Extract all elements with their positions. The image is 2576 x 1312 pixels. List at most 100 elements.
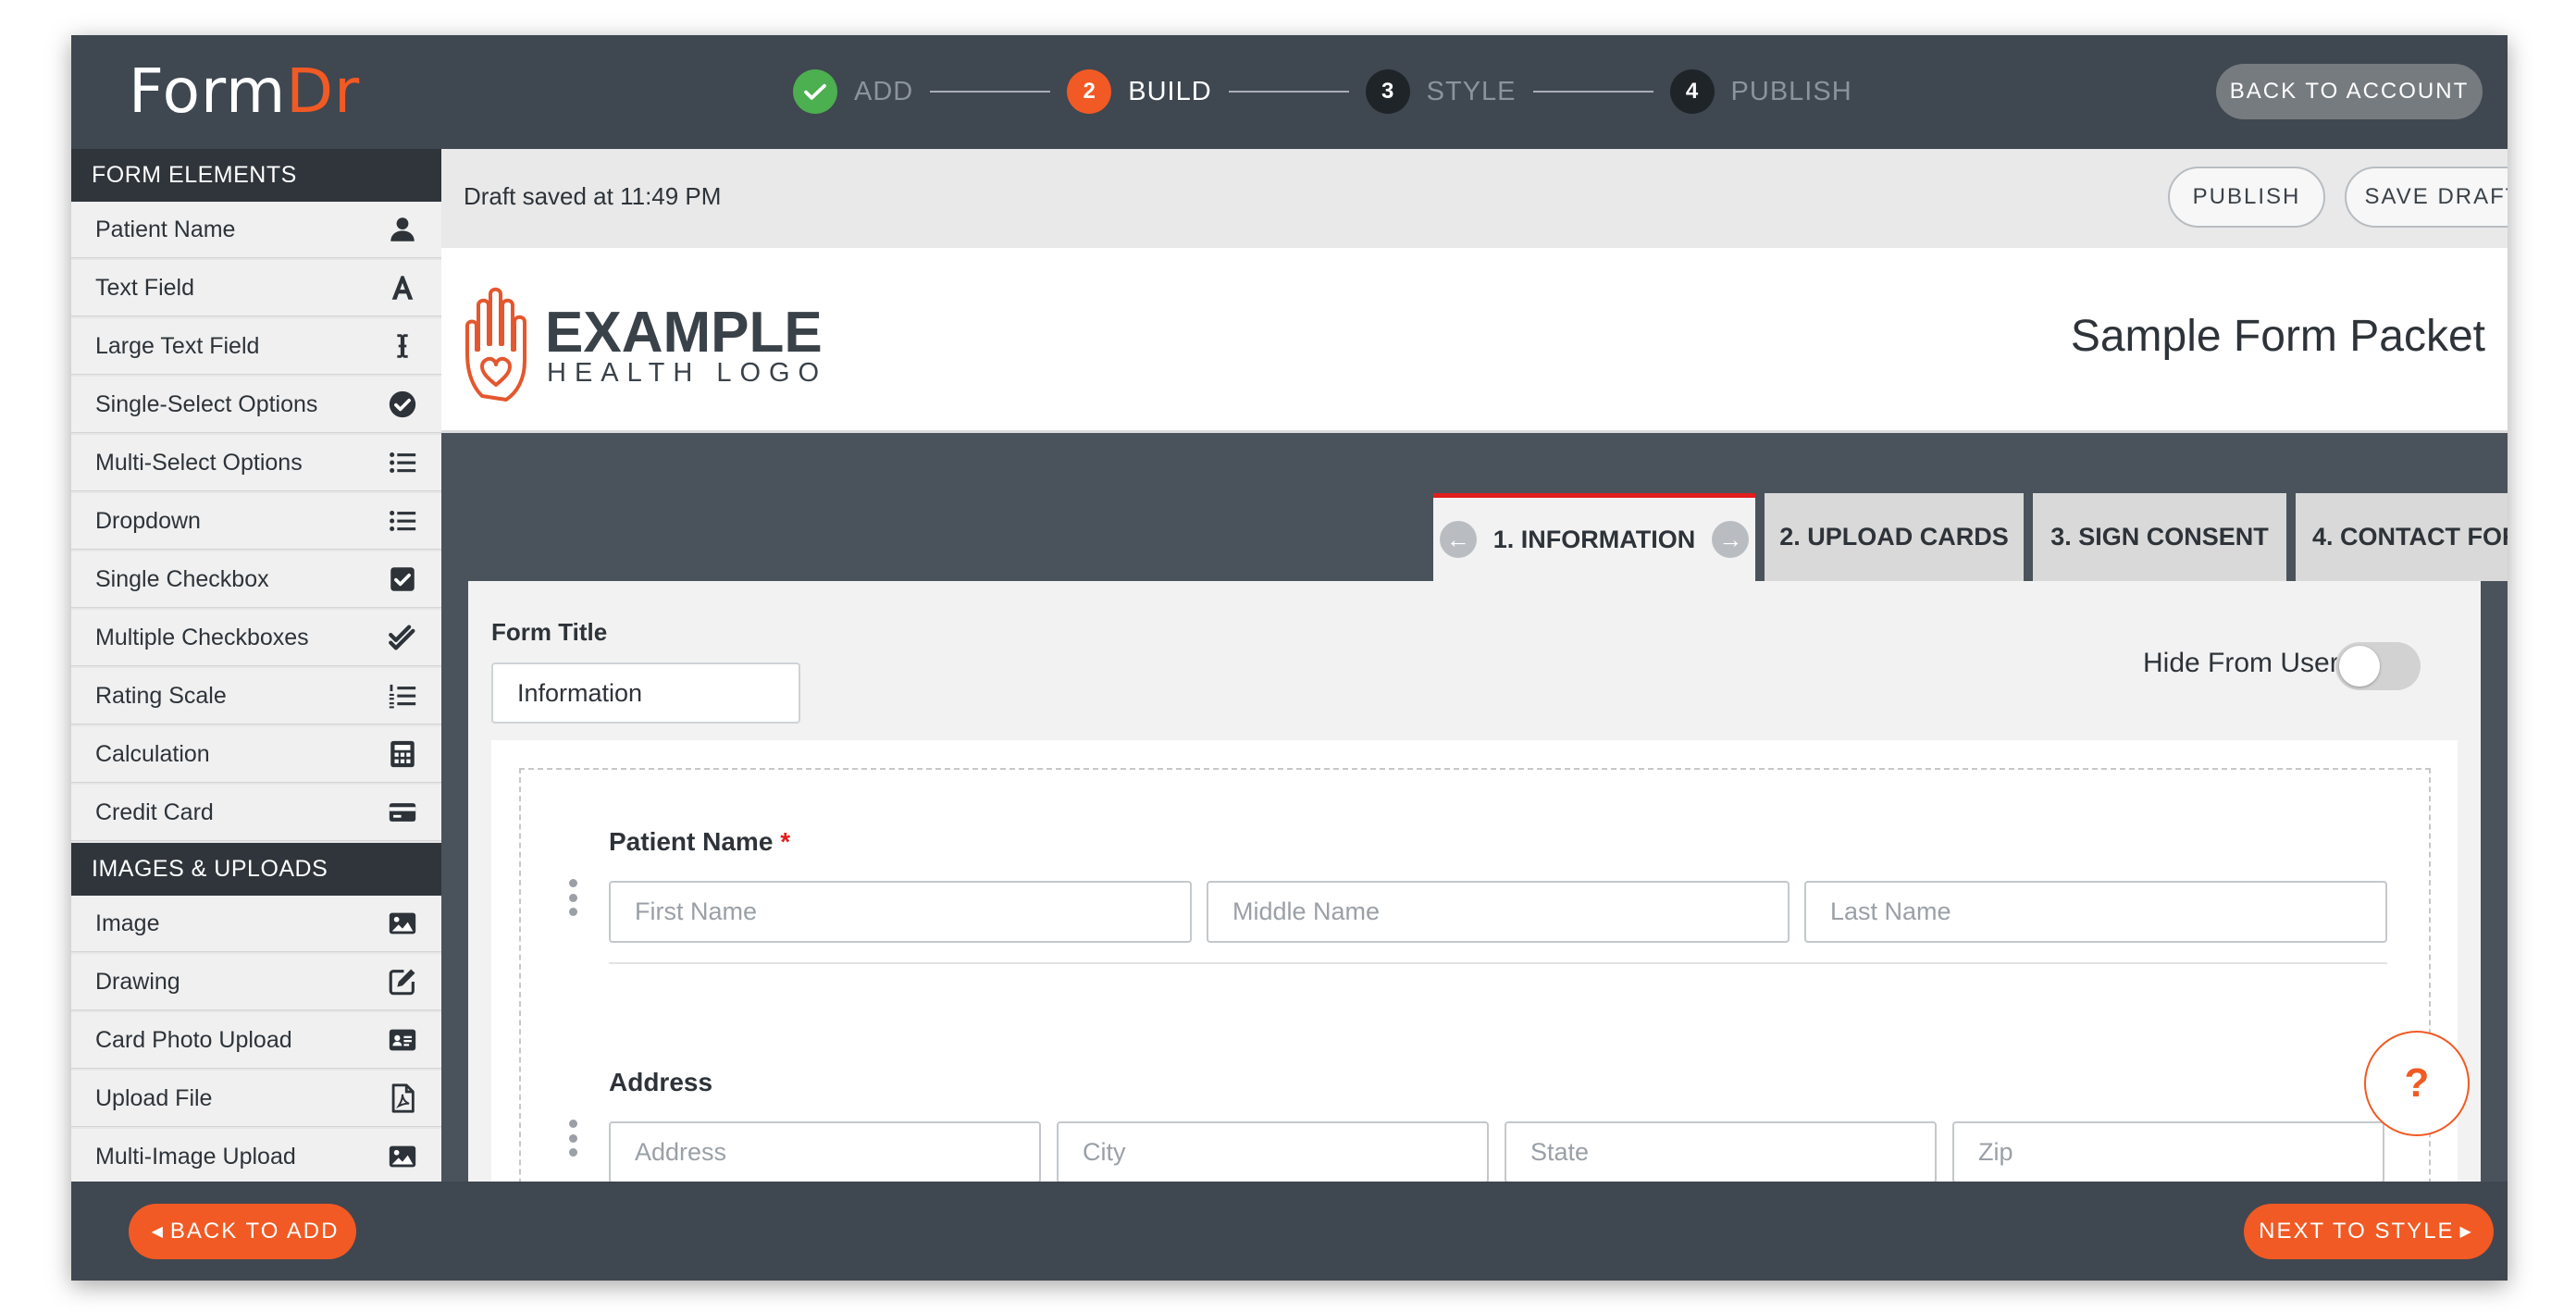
sidebar-item-label: Multi-Select Options <box>95 449 303 476</box>
draft-status-text: Draft saved at 11:49 PM <box>464 182 722 210</box>
packet-title: Sample Form Packet <box>2070 312 2485 361</box>
step-build-number: 2 <box>1067 69 1112 114</box>
sidebar-item-drawing[interactable]: Drawing <box>71 954 441 1010</box>
app-logo[interactable]: FormDr <box>129 56 360 128</box>
tab-sign-consent[interactable]: 3. SIGN CONSENT <box>2033 493 2286 581</box>
edit-icon <box>386 965 419 998</box>
save-bar: Draft saved at 11:49 PM PUBLISH SAVE DRA… <box>441 149 2508 248</box>
sidebar-item-multi-image-upload[interactable]: Multi-Image Upload <box>71 1129 441 1182</box>
state-field[interactable] <box>1505 1121 1937 1182</box>
sidebar-item-large-text-field[interactable]: Large Text Field <box>71 318 441 375</box>
tab-label: 2. UPLOAD CARDS <box>1779 523 2009 551</box>
middle-name-field[interactable] <box>1207 881 1790 943</box>
arrow-right-icon[interactable]: → <box>1712 521 1750 558</box>
step-style-label: STYLE <box>1426 76 1517 106</box>
field-divider <box>609 962 2387 964</box>
sidebar: FORM ELEMENTS Patient Name Text Field La… <box>71 149 441 1182</box>
step-add-label: ADD <box>854 76 914 106</box>
step-connector <box>1532 91 1653 93</box>
step-add[interactable]: ADD <box>793 69 913 114</box>
back-to-account-button[interactable]: BACK TO ACCOUNT <box>2216 64 2483 119</box>
sidebar-item-label: Rating Scale <box>95 682 227 709</box>
sidebar-item-label: Patient Name <box>95 216 236 242</box>
calculator-icon <box>386 737 419 771</box>
zip-field[interactable] <box>1952 1121 2384 1182</box>
form-canvas: Patient Name * Address <box>491 740 2458 1182</box>
sidebar-item-label: Text Field <box>95 274 194 301</box>
save-draft-button[interactable]: SAVE DRAFT <box>2345 167 2508 228</box>
person-icon <box>386 213 419 246</box>
image-icon <box>386 1140 419 1173</box>
logo-word-example: EXAMPLE <box>545 301 823 365</box>
sidebar-item-calculation[interactable]: Calculation <box>71 726 441 783</box>
first-name-field[interactable] <box>609 881 1192 943</box>
sidebar-item-label: Multi-Image Upload <box>95 1143 296 1170</box>
step-style[interactable]: 3 STYLE <box>1365 69 1517 114</box>
step-style-number: 3 <box>1365 69 1410 114</box>
step-connector <box>930 91 1051 93</box>
logo-form: Form <box>129 56 287 127</box>
sidebar-item-image[interactable]: Image <box>71 896 441 952</box>
sidebar-item-patient-name[interactable]: Patient Name <box>71 202 441 258</box>
tab-label: 3. SIGN CONSENT <box>2050 523 2269 551</box>
form-title-label: Form Title <box>491 618 608 646</box>
step-build[interactable]: 2 BUILD <box>1067 69 1211 114</box>
letter-a-icon <box>386 271 419 304</box>
logo-dr: Dr <box>286 56 361 127</box>
sidebar-item-multi-select[interactable]: Multi-Select Options <box>71 435 441 491</box>
help-button[interactable]: ? <box>2364 1031 2470 1136</box>
sidebar-item-label: Large Text Field <box>95 332 260 359</box>
next-to-style-button[interactable]: NEXT TO STYLE ▶ <box>2244 1204 2494 1259</box>
address-field[interactable] <box>609 1121 1041 1182</box>
sidebar-item-multiple-checkboxes[interactable]: Multiple Checkboxes <box>71 610 441 666</box>
address-label: Address <box>609 1068 713 1096</box>
last-name-field[interactable] <box>1804 881 2387 943</box>
sidebar-item-label: Single Checkbox <box>95 565 269 592</box>
sidebar-item-label: Upload File <box>95 1084 213 1111</box>
sidebar-item-label: Credit Card <box>95 798 214 825</box>
hide-from-user-toggle[interactable] <box>2335 642 2421 690</box>
next-to-style-label: NEXT TO STYLE <box>2259 1219 2455 1244</box>
footer-bar: ◀ BACK TO ADD NEXT TO STYLE ▶ <box>71 1182 2508 1281</box>
step-publish[interactable]: 4 PUBLISH <box>1669 69 1852 114</box>
tab-information[interactable]: ← 1. INFORMATION → <box>1433 493 1755 581</box>
sidebar-item-text-field[interactable]: Text Field <box>71 260 441 316</box>
progress-steps: ADD 2 BUILD 3 STYLE 4 PUBLISH <box>793 65 1852 118</box>
drop-zone: Patient Name * Address <box>519 768 2431 1182</box>
arrow-left-icon[interactable]: ← <box>1439 521 1477 558</box>
caret-right-icon: ▶ <box>2459 1224 2473 1240</box>
form-editor-panel: Form Title Hide From User Patient Name *… <box>468 581 2481 1182</box>
id-card-icon <box>386 1023 419 1057</box>
tab-upload-cards[interactable]: 2. UPLOAD CARDS <box>1765 493 2024 581</box>
sidebar-item-label: Dropdown <box>95 507 201 534</box>
drag-handle-icon[interactable] <box>567 879 578 916</box>
tab-contact-form[interactable]: 4. CONTACT FORM <box>2296 493 2508 581</box>
toggle-knob <box>2339 646 2380 687</box>
sidebar-item-card-photo-upload[interactable]: Card Photo Upload <box>71 1012 441 1069</box>
sidebar-item-credit-card[interactable]: Credit Card <box>71 785 441 841</box>
caret-left-icon: ◀ <box>151 1224 165 1240</box>
sidebar-item-label: Single-Select Options <box>95 390 318 417</box>
form-brand-header: EXAMPLE HEALTH LOGO Sample Form Packet <box>441 248 2508 433</box>
form-title-input[interactable] <box>491 662 800 724</box>
app-window: FormDr ADD 2 BUILD 3 STYLE 4 PUBLISH BAC… <box>71 35 2508 1281</box>
numbered-list-icon <box>386 679 419 712</box>
step-build-label: BUILD <box>1128 76 1212 106</box>
step-connector <box>1228 91 1349 93</box>
sidebar-section-images-uploads: IMAGES & UPLOADS <box>71 843 441 896</box>
city-field[interactable] <box>1057 1121 1489 1182</box>
back-to-add-button[interactable]: ◀ BACK TO ADD <box>129 1204 356 1259</box>
sidebar-item-label: Image <box>95 910 160 936</box>
check-circle-icon <box>386 388 419 421</box>
sidebar-item-single-checkbox[interactable]: Single Checkbox <box>71 551 441 608</box>
sidebar-item-rating-scale[interactable]: Rating Scale <box>71 668 441 724</box>
credit-card-icon <box>386 796 419 829</box>
sidebar-item-dropdown[interactable]: Dropdown <box>71 493 441 550</box>
hide-from-user-label: Hide From User <box>2143 648 2339 678</box>
sidebar-section-form-elements: FORM ELEMENTS <box>71 149 441 202</box>
top-bar: FormDr ADD 2 BUILD 3 STYLE 4 PUBLISH BAC… <box>71 35 2508 149</box>
sidebar-item-upload-file[interactable]: Upload File <box>71 1071 441 1127</box>
drag-handle-icon[interactable] <box>567 1120 578 1157</box>
publish-button[interactable]: PUBLISH <box>2168 167 2325 228</box>
sidebar-item-single-select[interactable]: Single-Select Options <box>71 377 441 433</box>
